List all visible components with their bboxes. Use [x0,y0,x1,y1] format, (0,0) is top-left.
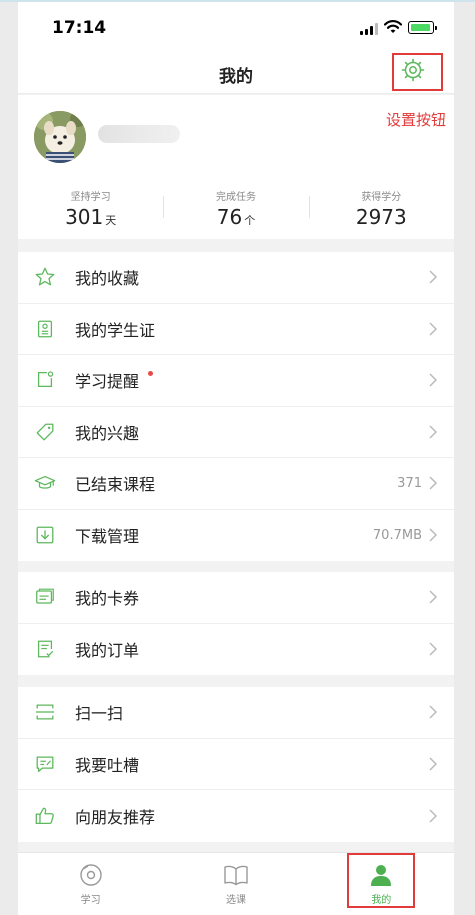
stats-row: 坚持学习 301 天 完成任务 76 个 获得学分 2973 [18,188,454,232]
menu-item-recommend[interactable]: 向朋友推荐 [18,790,454,842]
stat-credits[interactable]: 获得学分 2973 [308,188,454,232]
tab-mine-highlight-box [347,853,415,908]
menu-item-label: 扫一扫 [75,704,124,724]
settings-annotation-label: 设置按钮 [386,111,447,129]
thumbs-up-icon [35,807,54,824]
menu-item-label: 我的收藏 [75,269,140,289]
menu-item-scan[interactable]: 扫一扫 [18,687,454,739]
menu-item-label: 向朋友推荐 [75,807,156,827]
stat-label: 获得学分 [361,192,402,203]
wifi-icon [384,20,402,33]
tab-label: 选课 [225,895,246,906]
feedback-icon [36,756,54,772]
menu-item-finished-courses[interactable]: 已结束课程 371 [18,458,454,510]
page-title: 我的 [219,67,253,87]
chevron-right-icon [429,705,438,719]
menu-item-feedback[interactable]: 我要吐槽 [18,739,454,790]
scan-icon [35,704,55,720]
menu-group-more: 扫一扫 我要吐槽 向朋友推荐 [18,687,454,842]
menu-item-student-card[interactable]: 我的学生证 [18,304,454,355]
chevron-right-icon [429,642,438,656]
stat-label: 完成任务 [215,192,256,203]
menu-item-study-reminder[interactable]: 学习提醒 [18,355,454,407]
star-icon [35,267,55,286]
chevron-right-icon [429,270,438,284]
stat-value: 301 [65,205,104,229]
card-coupon-icon [36,588,54,604]
tab-study[interactable]: 学习 [18,853,163,915]
menu-group-main: 我的收藏 我的学生证 学习提醒 我的兴趣 已结束课程 371 下载管理 70.7… [18,252,454,561]
status-bar: 17:14 [18,2,454,52]
chevron-right-icon [429,373,438,387]
chevron-right-icon [429,809,438,823]
reminder-icon [37,371,54,388]
signal-icon [360,23,380,35]
menu-item-label: 已结束课程 [75,475,156,495]
download-icon [36,526,54,544]
menu-item-favorites[interactable]: 我的收藏 [18,252,454,304]
stat-tasks-done[interactable]: 完成任务 76 个 [163,188,308,232]
book-icon [224,865,248,886]
battery-icon [408,21,437,34]
status-time: 17:14 [52,18,107,38]
menu-item-label: 我的学生证 [75,320,156,340]
settings-highlight-box [392,53,443,91]
menu-item-orders[interactable]: 我的订单 [18,624,454,676]
app-screen: 17:14 我的 坚持学习 301 天 完成任务 76 个 获得学分 2973 … [18,2,454,915]
stat-unit: 天 [105,214,117,227]
stat-unit: 个 [244,214,256,227]
menu-item-downloads[interactable]: 下载管理 70.7MB [18,510,454,562]
tab-course-select[interactable]: 选课 [163,853,308,915]
notification-dot [148,371,153,376]
tag-icon [36,423,54,441]
menu-item-label: 下载管理 [75,527,140,547]
stat-label: 坚持学习 [70,192,111,203]
stat-study-days[interactable]: 坚持学习 301 天 [18,188,163,232]
menu-item-label: 我的兴趣 [75,423,140,443]
student-card-icon [37,320,53,338]
menu-item-interests[interactable]: 我的兴趣 [18,407,454,458]
menu-item-coupons[interactable]: 我的卡券 [18,572,454,624]
menu-item-label: 学习提醒 [75,372,140,392]
finished-courses-count: 371 [397,475,422,491]
username-blurred [98,125,180,143]
stat-value: 76 [216,205,243,229]
avatar[interactable] [34,111,86,163]
chevron-right-icon [429,528,438,542]
chevron-right-icon [429,322,438,336]
stat-value: 2973 [355,205,407,229]
nav-bar: 我的 [18,52,454,94]
menu-item-label: 我的卡券 [75,589,140,609]
study-disc-icon [79,864,102,886]
chevron-right-icon [429,425,438,439]
order-icon [37,640,54,658]
menu-item-label: 我要吐槽 [75,755,140,775]
download-size: 70.7MB [372,527,422,543]
menu-item-label: 我的订单 [75,641,140,661]
graduation-cap-icon [34,476,56,489]
chevron-right-icon [429,590,438,604]
tab-label: 学习 [80,895,101,906]
chevron-right-icon [429,476,438,490]
menu-group-orders: 我的卡券 我的订单 [18,572,454,675]
chevron-right-icon [429,757,438,771]
